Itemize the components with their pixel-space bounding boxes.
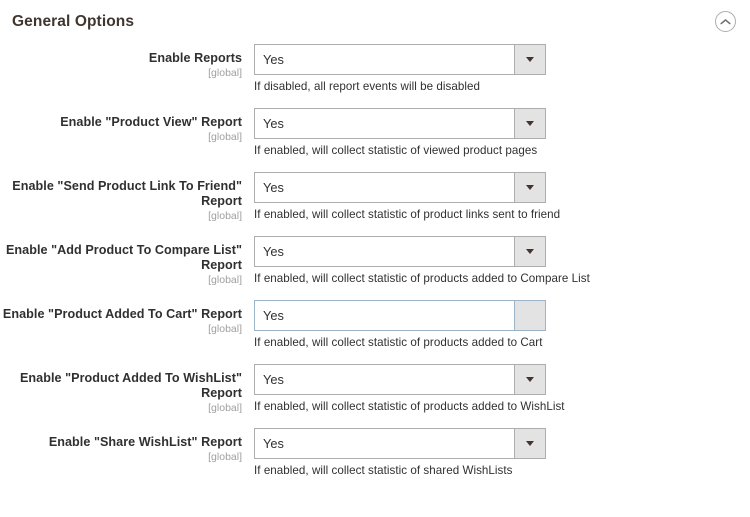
field-label-cell: Enable "Product View" Report [global] (0, 108, 242, 144)
field-row: Enable "Product Added To Cart" Report [gl… (0, 300, 750, 352)
select-dropdown-button[interactable] (514, 45, 545, 74)
chevron-down-icon (526, 441, 534, 446)
field-control-cell: Yes If enabled, will collect statistic of… (242, 108, 750, 158)
select-dropdown-button[interactable] (514, 301, 545, 330)
select-dropdown-button[interactable] (514, 173, 545, 202)
field-scope: [global] (208, 274, 242, 286)
select-4[interactable]: Yes (254, 300, 546, 331)
field-scope: [global] (208, 131, 242, 143)
chevron-up-circle-icon[interactable] (715, 11, 736, 32)
select-dropdown-button[interactable] (514, 237, 545, 266)
field-row: Enable "Product View" Report [global] Yes I… (0, 108, 750, 160)
field-note: If enabled, will collect statistic of sh… (254, 464, 513, 477)
field-note: If enabled, will collect statistic of vi… (254, 144, 538, 157)
field-label: Enable "Product View" Report (60, 115, 242, 129)
select-value: Yes (255, 429, 514, 458)
select-value: Yes (255, 237, 514, 266)
field-label: Enable "Add Product To Compare List" Rep… (5, 243, 242, 272)
select-dropdown-button[interactable] (514, 109, 545, 138)
field-label-cell: Enable "Send Product Link To Friend" Rep… (0, 172, 242, 223)
field-scope: [global] (208, 402, 242, 414)
field-label: Enable Reports (148, 51, 242, 65)
select-dropdown-button[interactable] (514, 429, 545, 458)
select-value: Yes (255, 301, 514, 330)
general-options-fieldset: Enable Reports [global] Yes If disabled, al… (0, 44, 750, 480)
field-note: If enabled, will collect statistic of pr… (254, 336, 543, 349)
field-row: Enable Reports [global] Yes If disabled, al… (0, 44, 750, 96)
field-label-cell: Enable "Add Product To Compare List" Rep… (0, 236, 242, 287)
select-dropdown-button[interactable] (514, 365, 545, 394)
select-6[interactable]: Yes (254, 428, 546, 459)
field-scope: [global] (208, 67, 242, 79)
select-1[interactable]: Yes (254, 108, 546, 139)
page-title: General Options (12, 13, 135, 30)
field-label-cell: Enable "Product Added To WishList" Repor… (0, 364, 242, 415)
select-3[interactable]: Yes (254, 236, 546, 267)
field-label-cell: Enable "Share WishList" Report [global] (0, 428, 242, 464)
field-note: If enabled, will collect statistic of pr… (254, 400, 565, 413)
select-value: Yes (255, 45, 514, 74)
field-scope: [global] (208, 210, 242, 222)
field-row: Enable "Add Product To Compare List" Rep… (0, 236, 750, 288)
chevron-down-icon (526, 249, 534, 254)
field-note: If enabled, will collect statistic of pr… (254, 208, 561, 221)
select-5[interactable]: Yes (254, 364, 546, 395)
field-label: Enable "Product Added To WishList" Repor… (19, 371, 242, 400)
select-value: Yes (255, 173, 514, 202)
field-label: Enable "Send Product Link To Friend" Rep… (12, 179, 242, 208)
select-value: Yes (255, 109, 514, 138)
field-label-cell: Enable "Product Added To Cart" Report [gl… (0, 300, 242, 336)
field-control-cell: Yes If enabled, will collect statistic of… (242, 236, 750, 286)
field-row: Enable "Product Added To WishList" Repor… (0, 364, 750, 416)
chevron-down-icon (526, 377, 534, 382)
field-label-cell: Enable Reports [global] (0, 44, 242, 80)
field-note: If enabled, will collect statistic of pr… (254, 272, 590, 285)
chevron-down-icon (526, 121, 534, 126)
field-control-cell: Yes If enabled, will collect statistic of… (242, 364, 750, 414)
field-row: Enable "Share WishList" Report [global] Ye… (0, 428, 750, 480)
general-options-panel: General Options Enable Reports [global] Ye… (0, 0, 750, 517)
section-header: General Options (0, 0, 750, 44)
field-scope: [global] (208, 323, 242, 335)
select-0[interactable]: Yes (254, 44, 546, 75)
field-label: Enable "Share WishList" Report (48, 435, 242, 449)
select-2[interactable]: Yes (254, 172, 546, 203)
field-control-cell: Yes If enabled, will collect statistic of… (242, 428, 750, 478)
select-value: Yes (255, 365, 514, 394)
field-control-cell: Yes If enabled, will collect statistic of… (242, 300, 750, 350)
field-label: Enable "Product Added To Cart" Report (2, 307, 242, 321)
field-scope: [global] (208, 451, 242, 463)
field-note: If disabled, all report events will be d… (254, 80, 480, 93)
chevron-down-icon (526, 57, 534, 62)
field-control-cell: Yes If disabled, all report events will b… (242, 44, 750, 94)
field-row: Enable "Send Product Link To Friend" Rep… (0, 172, 750, 224)
chevron-down-icon (526, 185, 534, 190)
field-control-cell: Yes If enabled, will collect statistic of… (242, 172, 750, 222)
